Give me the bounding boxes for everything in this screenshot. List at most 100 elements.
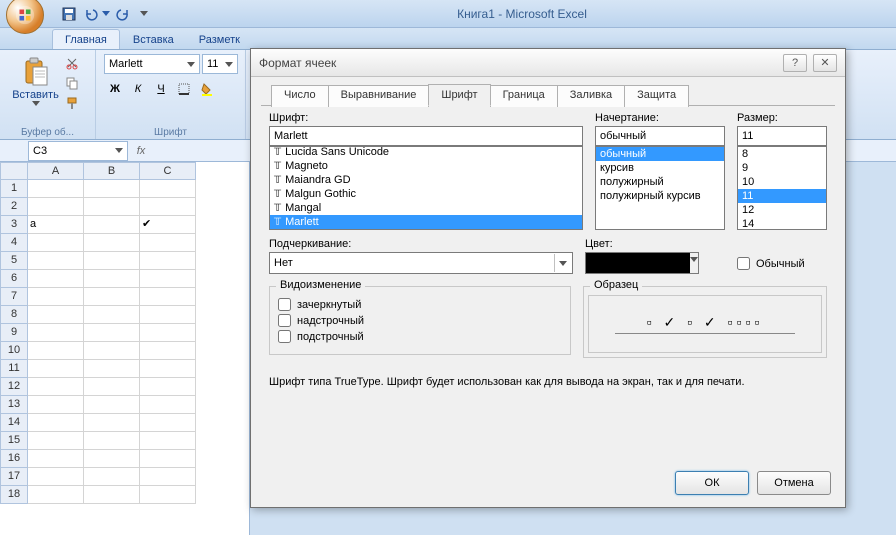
list-item[interactable]: 8	[738, 147, 826, 161]
cell[interactable]	[140, 270, 196, 288]
cell[interactable]	[140, 198, 196, 216]
row-header[interactable]: 2	[0, 198, 28, 216]
cell[interactable]	[28, 342, 84, 360]
cell[interactable]	[28, 324, 84, 342]
row-header[interactable]: 1	[0, 180, 28, 198]
cancel-button[interactable]: Отмена	[757, 471, 831, 495]
row-header[interactable]: 7	[0, 288, 28, 306]
font-size-combo[interactable]: 11	[202, 54, 238, 74]
italic-button[interactable]: К	[127, 78, 149, 100]
cell[interactable]	[84, 414, 140, 432]
cell[interactable]	[28, 180, 84, 198]
cell[interactable]	[84, 432, 140, 450]
list-item[interactable]: 𝕋Marlett	[270, 215, 582, 229]
underline-button[interactable]: Ч	[150, 78, 172, 100]
tab-number[interactable]: Число	[271, 85, 329, 107]
row-header[interactable]: 10	[0, 342, 28, 360]
ribbon-tab-insert[interactable]: Вставка	[121, 30, 186, 49]
ribbon-tab-layout[interactable]: Разметк	[187, 30, 252, 49]
font-name-combo[interactable]: Marlett	[104, 54, 200, 74]
tab-protection[interactable]: Защита	[624, 85, 689, 107]
cell[interactable]	[140, 342, 196, 360]
ok-button[interactable]: ОК	[675, 471, 749, 495]
cell[interactable]	[140, 432, 196, 450]
list-item[interactable]: полужирный	[596, 175, 724, 189]
copy-icon[interactable]	[62, 74, 82, 92]
subscript-checkbox[interactable]: подстрочный	[278, 330, 562, 343]
style-input[interactable]	[595, 126, 725, 146]
fill-color-button[interactable]	[196, 78, 218, 100]
cell[interactable]	[84, 450, 140, 468]
style-listbox[interactable]: обычныйкурсивполужирныйполужирный курсив	[595, 146, 725, 230]
cell[interactable]	[84, 468, 140, 486]
cell[interactable]	[84, 252, 140, 270]
strike-checkbox[interactable]: зачеркнутый	[278, 298, 562, 311]
cell[interactable]	[28, 306, 84, 324]
list-item[interactable]: обычный	[596, 147, 724, 161]
cell[interactable]	[84, 306, 140, 324]
cell[interactable]	[140, 414, 196, 432]
office-button[interactable]	[6, 0, 44, 34]
save-icon[interactable]	[60, 5, 78, 23]
tab-border[interactable]: Граница	[490, 85, 558, 107]
dialog-titlebar[interactable]: Формат ячеек ? ✕	[251, 49, 845, 77]
cell[interactable]	[28, 432, 84, 450]
worksheet[interactable]: A B C 123a✔456789101112131415161718	[0, 162, 250, 535]
row-header[interactable]: 16	[0, 450, 28, 468]
cell[interactable]	[28, 234, 84, 252]
normal-font-checkbox[interactable]: Обычный	[737, 257, 827, 270]
cell[interactable]	[140, 234, 196, 252]
list-item[interactable]: 𝕋Magneto	[270, 159, 582, 173]
format-painter-icon[interactable]	[62, 94, 82, 112]
cell[interactable]	[140, 252, 196, 270]
cell[interactable]	[140, 306, 196, 324]
font-listbox[interactable]: 𝕋Lucida Sans Unicode𝕋Magneto𝕋Maiandra GD…	[269, 146, 583, 230]
cell[interactable]	[84, 270, 140, 288]
bold-button[interactable]: Ж	[104, 78, 126, 100]
paste-dropdown-icon[interactable]	[32, 101, 40, 106]
close-button[interactable]: ✕	[813, 54, 837, 72]
col-header[interactable]: C	[140, 162, 196, 180]
cell[interactable]	[140, 288, 196, 306]
cell[interactable]	[28, 378, 84, 396]
cell[interactable]	[28, 486, 84, 504]
cut-icon[interactable]	[62, 54, 82, 72]
cell[interactable]	[84, 360, 140, 378]
ribbon-tab-home[interactable]: Главная	[52, 29, 120, 49]
list-item[interactable]: 12	[738, 203, 826, 217]
qat-customize-icon[interactable]	[140, 11, 148, 16]
cell[interactable]	[140, 486, 196, 504]
cell[interactable]: ✔	[140, 216, 196, 234]
cell[interactable]	[140, 180, 196, 198]
redo-icon[interactable]	[114, 5, 132, 23]
cell[interactable]	[84, 486, 140, 504]
cell[interactable]	[28, 396, 84, 414]
list-item[interactable]: 𝕋Mangal	[270, 201, 582, 215]
row-header[interactable]: 15	[0, 432, 28, 450]
row-header[interactable]: 14	[0, 414, 28, 432]
superscript-checkbox[interactable]: надстрочный	[278, 314, 562, 327]
row-header[interactable]: 12	[0, 378, 28, 396]
list-item[interactable]: 10	[738, 175, 826, 189]
row-header[interactable]: 9	[0, 324, 28, 342]
cell[interactable]	[28, 414, 84, 432]
cell[interactable]	[84, 324, 140, 342]
row-header[interactable]: 13	[0, 396, 28, 414]
cell[interactable]	[140, 324, 196, 342]
list-item[interactable]: курсив	[596, 161, 724, 175]
cell[interactable]	[84, 342, 140, 360]
cell[interactable]	[84, 216, 140, 234]
cell[interactable]	[28, 198, 84, 216]
undo-icon[interactable]	[82, 5, 100, 23]
row-header[interactable]: 5	[0, 252, 28, 270]
list-item[interactable]: 𝕋Maiandra GD	[270, 173, 582, 187]
tab-font[interactable]: Шрифт	[428, 84, 490, 106]
row-header[interactable]: 18	[0, 486, 28, 504]
col-header[interactable]: A	[28, 162, 84, 180]
cell[interactable]	[28, 450, 84, 468]
cell[interactable]	[84, 396, 140, 414]
underline-combo[interactable]: Нет	[269, 252, 573, 274]
cell[interactable]	[28, 288, 84, 306]
cell[interactable]	[140, 468, 196, 486]
color-combo[interactable]	[585, 252, 699, 274]
